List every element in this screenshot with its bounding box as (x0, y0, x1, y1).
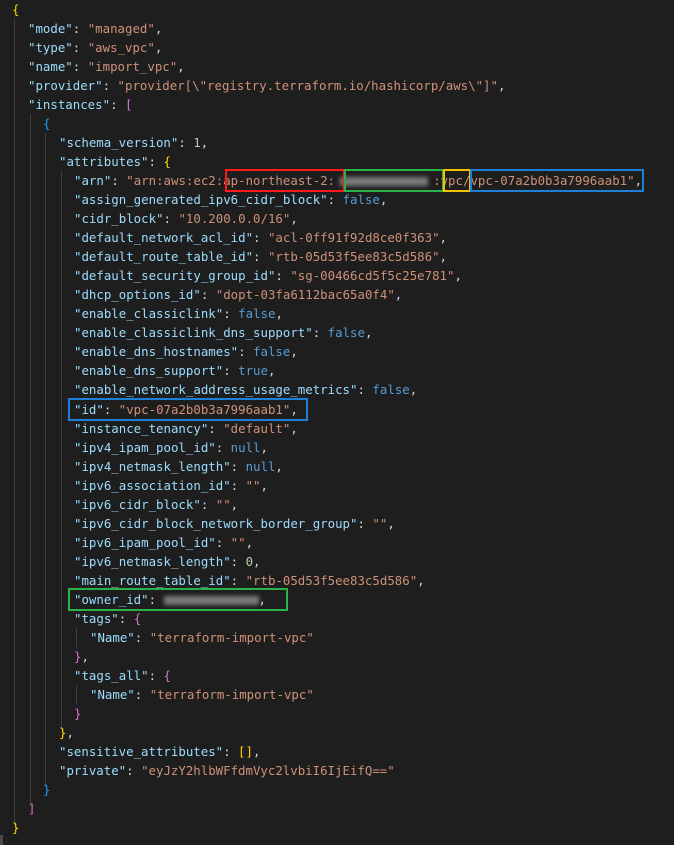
code-line-attribute: "default_network_acl_id": "acl-0ff91f92d… (74, 230, 448, 245)
indent-guide (61, 171, 62, 730)
code-line-attribute: "default_route_table_id": "rtb-05d53f5ee… (74, 249, 448, 264)
code-line-provider: "provider": "provider[\"registry.terrafo… (28, 78, 506, 93)
code-line-attribute: "ipv6_netmask_length": 0, (74, 554, 261, 569)
owner-id-highlight-box (68, 588, 288, 611)
code-line-attribute: "assign_generated_ipv6_cidr_block": fals… (74, 192, 388, 207)
code-line-attribute: "ipv6_cidr_block": "", (74, 497, 239, 512)
code-line-sensitive-attributes: "sensitive_attributes": [], (59, 744, 261, 759)
code-line-type: "type": "aws_vpc", (28, 40, 163, 55)
arn-vpc-id-highlight-box (470, 169, 644, 192)
resource-type-highlight-box (443, 169, 471, 192)
code-line-attribute: "ipv4_ipam_pool_id": null, (74, 440, 268, 455)
indent-guide (14, 19, 15, 825)
code-line-tags: "tags": { (74, 611, 142, 626)
indent-guide (30, 114, 31, 806)
code-editor[interactable]: { "mode": "managed", "type": "aws_vpc", … (0, 0, 674, 845)
code-line-attribute: "ipv6_cidr_block_network_border_group": … (74, 516, 395, 531)
code-line-attribute: "enable_dns_hostnames": false, (74, 344, 298, 359)
code-line-tags-all: "tags_all": { (74, 668, 171, 683)
code-line-attribute: "default_security_group_id": "sg-00466cd… (74, 268, 462, 283)
code-line: ] (28, 801, 36, 816)
code-line: { (12, 2, 20, 17)
code-line-attribute: "cidr_block": "10.200.0.0/16", (74, 211, 298, 226)
code-line-schema-version: "schema_version": 1, (59, 135, 209, 150)
code-line-attribute: "ipv6_association_id": "", (74, 478, 268, 493)
code-line-attribute: "enable_classiclink": false, (74, 306, 283, 321)
account-id-highlight-box (344, 169, 444, 192)
code-line: } (12, 820, 20, 835)
code-line-name: "name": "import_vpc", (28, 59, 185, 74)
code-line: }, (59, 725, 74, 740)
code-line-attribute: "ipv4_netmask_length": null, (74, 459, 283, 474)
code-line-attribute: "enable_dns_support": true, (74, 363, 276, 378)
code-line: } (74, 706, 82, 721)
code-line-private: "private": "eyJzY2hlbWFfdmVyc2lvbiI6IjEi… (59, 763, 395, 778)
code-line-attribute: "instance_tenancy": "default", (74, 421, 298, 436)
indent-guide (76, 628, 77, 647)
code-line-tag-name: "Name": "terraform-import-vpc" (90, 687, 314, 702)
code-line: }, (74, 649, 89, 664)
code-line-tag-name: "Name": "terraform-import-vpc" (90, 630, 314, 645)
indent-guide (76, 685, 77, 704)
scroll-marker (0, 835, 3, 845)
code-line: { (43, 116, 51, 131)
code-line-attribute: "ipv6_ipam_pool_id": "", (74, 535, 254, 550)
code-line-attribute: "dhcp_options_id": "dopt-03fa6112bac65a0… (74, 287, 403, 302)
code-line-instances: "instances": [ (28, 97, 133, 112)
id-highlight-box (68, 398, 308, 421)
indent-guide (45, 133, 46, 787)
code-line: } (43, 782, 51, 797)
code-line-mode: "mode": "managed", (28, 21, 163, 36)
region-highlight-box (225, 169, 345, 192)
code-line-attribute: "enable_classiclink_dns_support": false, (74, 325, 373, 340)
code-line-attribute: "enable_network_address_usage_metrics": … (74, 382, 418, 397)
code-line-attributes: "attributes": { (59, 154, 171, 169)
